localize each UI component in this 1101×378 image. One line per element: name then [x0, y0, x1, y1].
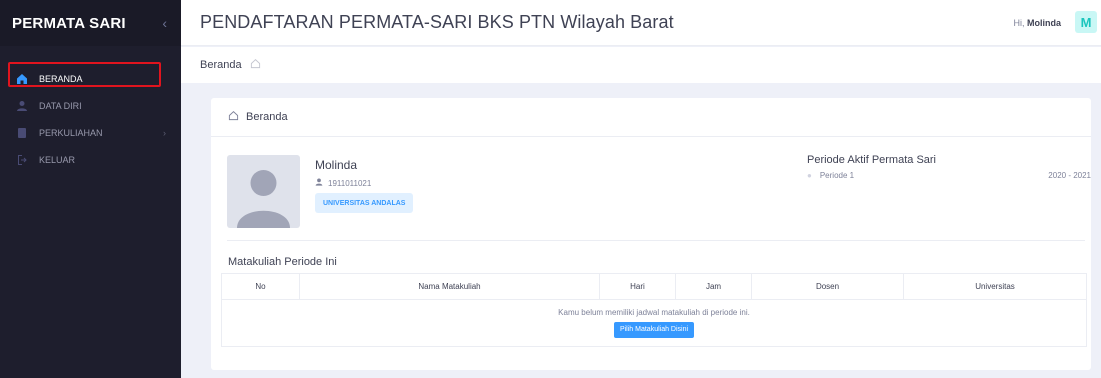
column-header: Nama Matakuliah: [299, 273, 600, 300]
periode-year: 2020 - 2021: [1048, 171, 1091, 180]
university-badge: UNIVERSITAS ANDALAS: [315, 193, 414, 213]
profile-photo: [227, 155, 300, 228]
sidebar-item-data-diri[interactable]: DATA DIRI: [0, 93, 181, 118]
user-name: Molinda: [1027, 17, 1061, 28]
sidebar: PERMATA SARI ‹ BERANDA DATA DIRI PERKULI…: [0, 0, 181, 378]
column-header: Hari: [599, 273, 676, 300]
profile-name: Molinda: [315, 158, 358, 172]
empty-message: Kamu belum memiliki jadwal matakuliah di…: [558, 308, 750, 317]
sidebar-item-perkuliahan[interactable]: PERKULIAHAN ›: [0, 120, 181, 145]
selection-highlight: [8, 62, 161, 87]
column-header: Universitas: [903, 273, 1087, 300]
column-header: No: [221, 273, 300, 300]
periode-name: Periode 1: [819, 171, 855, 180]
card-header: Beranda: [211, 98, 1091, 137]
page-title: PENDAFTARAN PERMATA-SARI BKS PTN Wilayah…: [200, 12, 674, 32]
periode-title: Periode Aktif Permata Sari: [807, 154, 937, 166]
courses-table: No Nama Matakuliah Hari Jam Dosen Univer…: [221, 273, 1087, 347]
chevron-left-icon[interactable]: ‹: [162, 15, 167, 31]
table-header-row: No Nama Matakuliah Hari Jam Dosen Univer…: [221, 273, 1087, 300]
courses-title: Matakuliah Periode Ini: [228, 256, 337, 268]
chevron-right-icon: ›: [163, 127, 166, 138]
sidebar-item-label: KELUAR: [39, 154, 76, 165]
divider: [227, 240, 1085, 241]
sidebar-item-keluar[interactable]: KELUAR: [0, 147, 181, 172]
brand-bar: PERMATA SARI ‹: [0, 0, 181, 46]
top-header: PENDAFTARAN PERMATA-SARI BKS PTN Wilayah…: [181, 0, 1101, 46]
brand-name: PERMATA SARI: [12, 14, 126, 32]
sidebar-item-label: PERKULIAHAN: [39, 127, 103, 138]
sidebar-menu: BERANDA DATA DIRI PERKULIAHAN › KELUAR: [0, 62, 181, 172]
profile-id-value: 1911011021: [328, 178, 372, 188]
logout-icon: [15, 153, 29, 167]
avatar[interactable]: M: [1075, 11, 1097, 33]
user-icon: [315, 178, 323, 188]
profile-id: 1911011021: [315, 178, 371, 188]
card-title: Beranda: [246, 111, 288, 123]
user-greeting[interactable]: Hi, Molinda: [1013, 18, 1061, 28]
sidebar-item-label: DATA DIRI: [39, 100, 82, 111]
main-card: Beranda Molinda 1911011021 UNIVERSITAS A…: [211, 98, 1091, 370]
user-icon: [15, 99, 29, 113]
column-header: Dosen: [751, 273, 904, 300]
table-row: Kamu belum memiliki jadwal matakuliah di…: [221, 299, 1087, 347]
document-icon: [15, 126, 29, 140]
home-icon[interactable]: [250, 58, 261, 72]
greeting-text: Hi,: [1013, 17, 1025, 28]
column-header: Jam: [675, 273, 752, 300]
breadcrumb-label: Beranda: [200, 59, 242, 71]
periode-row: ● Periode 1 2020 - 2021: [807, 171, 1091, 180]
empty-state: Kamu belum memiliki jadwal matakuliah di…: [221, 299, 1087, 347]
breadcrumb: Beranda: [181, 47, 1101, 83]
pick-course-button[interactable]: Pilih Matakuliah Disini: [613, 322, 695, 338]
sidebar-item-beranda[interactable]: BERANDA: [0, 62, 181, 91]
bullet-icon: ●: [807, 171, 812, 180]
home-icon: [228, 110, 239, 124]
